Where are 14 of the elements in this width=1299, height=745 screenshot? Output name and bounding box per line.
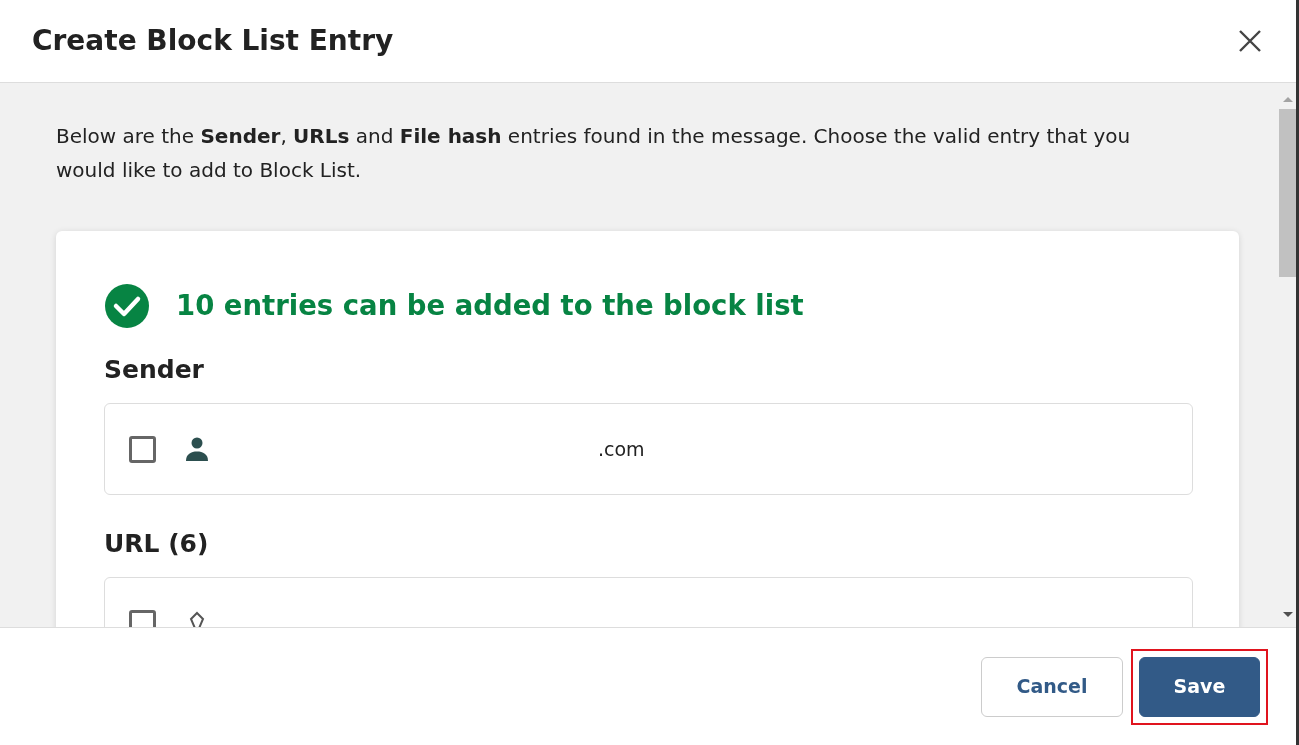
status-message: 10 entries can be added to the block list <box>176 288 804 324</box>
scroll-down-icon[interactable] <box>1281 611 1294 619</box>
entry-row[interactable]: .com <box>104 403 1193 495</box>
cancel-button[interactable]: Cancel <box>981 656 1123 717</box>
entry-text: .com <box>598 436 645 462</box>
person-icon <box>184 436 210 462</box>
dialog-title: Create Block List Entry <box>32 24 394 58</box>
intro-text: Below are the Sender, URLs and File hash entries found in the message. Choose the valid entry that you would like to add to Block List. <box>56 123 1132 184</box>
section-heading: Sender <box>104 355 205 385</box>
checkbox[interactable] <box>129 435 156 463</box>
scroll-thumb[interactable] <box>1279 109 1296 277</box>
close-icon <box>1238 29 1262 53</box>
save-button[interactable]: Save <box>1139 656 1260 717</box>
section-heading: URL (6) <box>104 529 210 559</box>
